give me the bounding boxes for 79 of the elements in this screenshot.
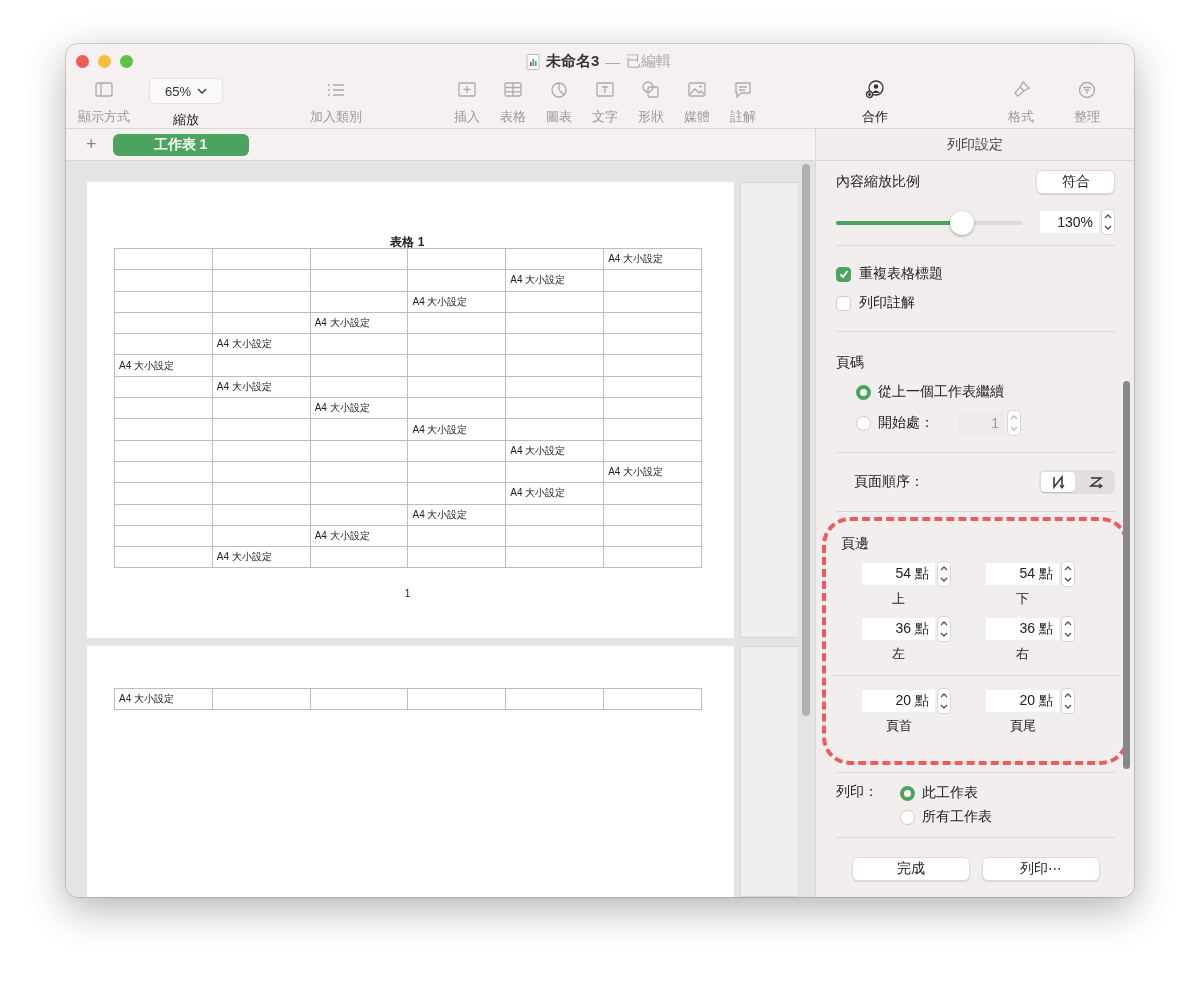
stepper[interactable]	[1061, 688, 1075, 714]
slider-thumb[interactable]	[950, 211, 975, 235]
people-icon	[864, 79, 886, 101]
dialog-button[interactable]: 列印⋯	[982, 857, 1100, 881]
field-label: 頁首	[884, 717, 913, 735]
table-title: 表格 1	[389, 234, 426, 248]
number-field[interactable]: 20 點	[862, 690, 935, 712]
field-label: 上	[891, 590, 906, 608]
title-separator: —	[605, 53, 621, 70]
scale-label: 內容縮放比例	[836, 173, 920, 191]
down-then-over-icon[interactable]	[1041, 472, 1075, 492]
window-title: 未命名3	[546, 52, 600, 71]
table-cell: A4 大小設定	[114, 355, 213, 377]
stepper[interactable]	[1101, 209, 1115, 235]
toolbar-label[interactable]: 縮放	[173, 111, 199, 129]
table-cell: A4 大小設定	[212, 333, 311, 355]
table-cell: A4 大小設定	[603, 248, 702, 270]
table-cell: A4 大小設定	[408, 418, 506, 441]
scrollbar-thumb[interactable]	[1123, 381, 1130, 769]
number-field[interactable]: 36 點	[862, 618, 935, 640]
checkbox[interactable]	[836, 295, 851, 311]
table-cell: A4 大小設定	[408, 504, 506, 526]
radio-label[interactable]: 此工作表	[922, 784, 978, 802]
table-cell: A4 大小設定	[310, 525, 408, 547]
dialog-button[interactable]: 完成	[852, 857, 970, 881]
table-cell: A4 大小設定	[310, 397, 408, 419]
close-button[interactable]	[76, 54, 89, 68]
radio-button[interactable]	[856, 415, 871, 431]
stepper[interactable]	[1061, 616, 1075, 642]
radio-label[interactable]: 所有工作表	[922, 808, 992, 826]
table-cell: A4 大小設定	[212, 546, 311, 568]
field-label: 左	[891, 645, 906, 663]
number-field[interactable]: 54 點	[986, 563, 1059, 585]
filter-icon	[1076, 79, 1098, 101]
table-cell: A4 大小設定	[212, 376, 311, 398]
table-cell: A4 大小設定	[505, 482, 604, 505]
field-label: 下	[1015, 590, 1030, 608]
radio-label[interactable]: 從上一個工作表繼續	[878, 383, 1004, 401]
number-field[interactable]: 54 點	[862, 563, 935, 585]
stepper[interactable]	[937, 688, 951, 714]
page-number: 1	[403, 588, 412, 600]
document-status: 已編輯	[626, 52, 672, 71]
pie-chart-icon	[548, 79, 570, 101]
stepper[interactable]	[937, 561, 951, 587]
zoom-dropdown[interactable]: 65%	[149, 78, 223, 104]
table-cell: A4 大小設定	[408, 291, 506, 313]
page-order-label: 頁面順序：	[853, 473, 924, 491]
scrollbar-thumb[interactable]	[802, 164, 810, 716]
comment-icon	[732, 79, 754, 101]
stepper[interactable]	[1061, 561, 1075, 587]
table-cell: A4 大小設定	[505, 440, 604, 462]
print-label: 列印：	[836, 782, 878, 801]
table-cell: A4 大小設定	[603, 461, 702, 483]
table-cell: A4 大小設定	[114, 688, 213, 710]
field-label: 頁尾	[1008, 717, 1037, 735]
shapes-icon	[640, 79, 662, 101]
section-title: 頁邊	[841, 535, 870, 553]
radio-button[interactable]	[900, 809, 915, 825]
table-cell: A4 大小設定	[505, 269, 604, 292]
radio-label[interactable]: 開始處：	[878, 414, 934, 432]
radio-button[interactable]	[856, 384, 871, 400]
field-label: 右	[1015, 645, 1030, 663]
panel-title: 列印設定	[816, 129, 1134, 161]
radio-button[interactable]	[900, 785, 915, 801]
number-field[interactable]: 130%	[1040, 211, 1099, 233]
table-cell: A4 大小設定	[310, 312, 408, 334]
toolbar-label[interactable]: 合作	[862, 108, 888, 126]
zoom-button[interactable]	[120, 54, 133, 68]
number-field[interactable]: 20 點	[986, 690, 1059, 712]
checkbox-label[interactable]: 列印註解	[859, 294, 915, 312]
segmented-control[interactable]	[1039, 470, 1115, 494]
chevron-down-icon	[197, 88, 207, 94]
checkbox[interactable]	[836, 266, 851, 282]
section-title: 頁碼	[836, 354, 865, 372]
stepper[interactable]	[937, 616, 951, 642]
fit-button[interactable]: 符合	[1036, 170, 1115, 194]
checkbox-label[interactable]: 重複表格標題	[859, 265, 943, 283]
number-field[interactable]: 36 點	[986, 618, 1059, 640]
document-icon	[526, 53, 540, 70]
